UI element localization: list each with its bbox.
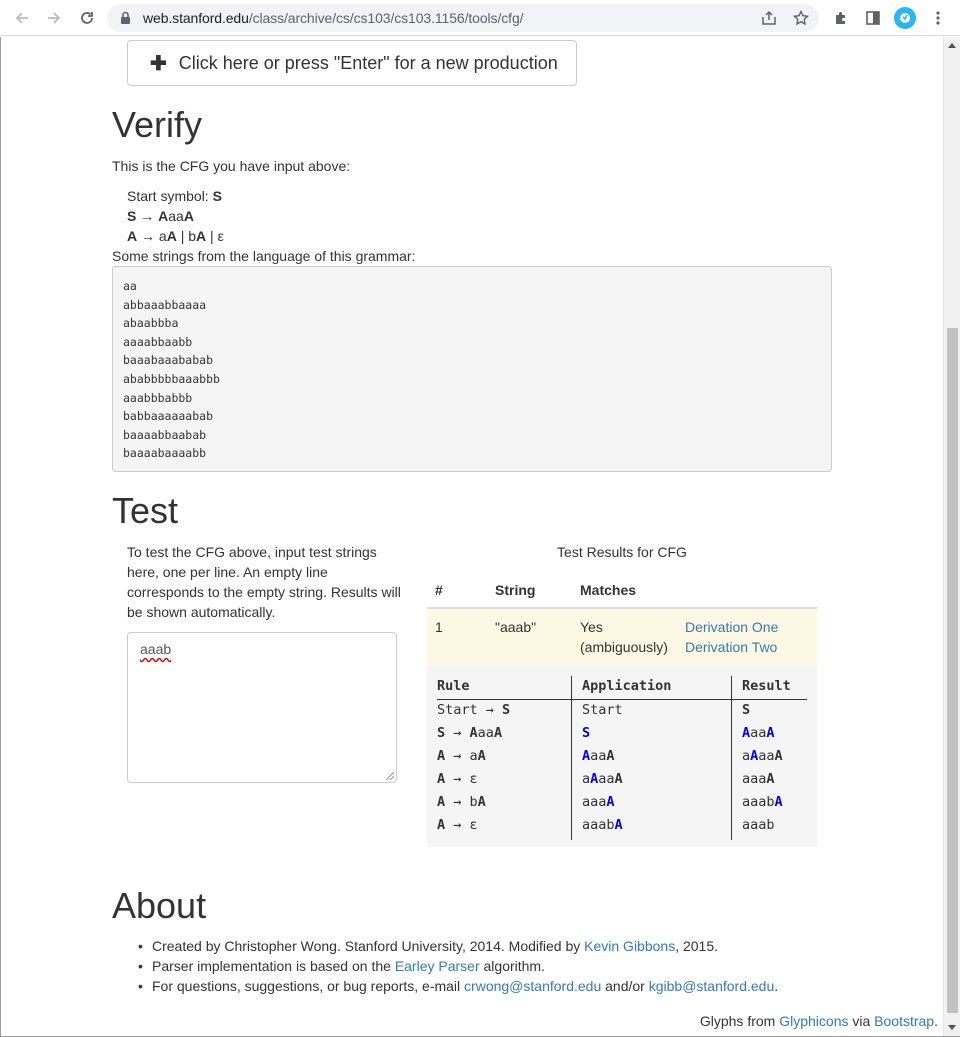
- deriv-result: aaabA: [742, 794, 783, 810]
- reload-icon[interactable]: [76, 7, 98, 29]
- derivation-table: Rule Application Result Start → S Start …: [427, 666, 817, 847]
- verify-intro: This is the CFG you have input above:: [112, 158, 351, 174]
- deriv-application: Start: [582, 702, 623, 718]
- deriv-result: S: [742, 702, 751, 718]
- scroll-up-icon[interactable]: [948, 43, 956, 48]
- deriv-header-divider: [437, 699, 807, 700]
- deriv-rule: S → AaaA: [437, 725, 503, 741]
- footer-credits: Glyphs from Glyphicons via Bootstrap.: [699, 1013, 938, 1029]
- browser-toolbar: web.stanford.edu/class/archive/cs/cs103/…: [0, 0, 960, 36]
- bootstrap-link[interactable]: Bootstrap: [874, 1013, 934, 1029]
- forward-arrow-icon[interactable]: [43, 7, 65, 29]
- result-matches-note: (ambiguously): [580, 639, 668, 655]
- result-string: "aaab": [495, 619, 537, 635]
- extensions-puzzle-icon[interactable]: [831, 8, 851, 28]
- deriv-rule: Start → S: [437, 702, 511, 718]
- test-heading: Test: [112, 490, 179, 531]
- resize-grip-icon[interactable]: [386, 772, 394, 780]
- sample-string: abaabbba: [123, 316, 179, 331]
- derivation-one-link[interactable]: Derivation One: [685, 619, 778, 635]
- scroll-down-icon[interactable]: [948, 1025, 956, 1030]
- deriv-col-divider: [731, 676, 732, 840]
- profile-avatar-icon[interactable]: [894, 7, 916, 29]
- sample-string: baaabaaababab: [123, 353, 214, 368]
- start-symbol-line: Start symbol: S: [127, 188, 222, 204]
- about-heading: About: [112, 885, 207, 926]
- earley-parser-link[interactable]: Earley Parser: [395, 958, 480, 974]
- deriv-rule: A → ε: [437, 771, 478, 787]
- deriv-application: aaaA: [582, 794, 615, 810]
- deriv-rule: A → ε: [437, 817, 478, 833]
- result-matches: Yes: [580, 619, 603, 635]
- sample-string: aaaabbaabb: [123, 334, 193, 349]
- sample-string: baaaabaaaabb: [123, 446, 207, 461]
- derivation-two-link[interactable]: Derivation Two: [685, 639, 777, 655]
- results-header-row: # String Matches: [427, 570, 817, 609]
- side-panel-icon[interactable]: [863, 8, 883, 28]
- col-header-string: String: [495, 582, 536, 598]
- deriv-application: S: [582, 725, 591, 741]
- grammar-rule: S → AaaA: [127, 208, 194, 224]
- col-header-matches: Matches: [580, 582, 637, 598]
- new-production-label: Click here or press "Enter" for a new pr…: [178, 52, 558, 73]
- test-strings-textarea[interactable]: aaab: [127, 632, 397, 783]
- results-caption: Test Results for CFG: [557, 544, 687, 560]
- plus-icon: ✚: [150, 52, 167, 75]
- verify-heading: Verify: [112, 104, 203, 145]
- kgibb-email-link[interactable]: kgibb@stanford.edu: [649, 978, 775, 994]
- more-menu-icon[interactable]: [928, 8, 948, 28]
- results-table: # String Matches 1 "aaab" Yes (ambiguous…: [427, 570, 817, 666]
- list-item: For questions, suggestions, or bug repor…: [138, 976, 778, 996]
- sample-string: abbaaabbaaaa: [123, 297, 207, 312]
- back-arrow-icon[interactable]: [11, 7, 33, 29]
- address-bar[interactable]: web.stanford.edu/class/archive/cs/cs103/…: [107, 4, 819, 32]
- share-icon[interactable]: [760, 9, 778, 27]
- list-item: Created by Christopher Wong. Stanford Un…: [138, 936, 778, 956]
- grammar-rule: A → aA | bA | ε: [127, 228, 224, 244]
- deriv-rule: A → aA: [437, 748, 486, 764]
- vertical-scrollbar[interactable]: [943, 37, 960, 1036]
- sample-strings-box: aa abbaaabbaaaa abaabbba aaaabbaabb baaa…: [112, 266, 832, 472]
- col-header-num: #: [435, 582, 443, 598]
- test-input-value: aaab: [140, 641, 172, 657]
- deriv-result: AaaA: [742, 725, 775, 741]
- deriv-application: aaabA: [582, 817, 623, 833]
- sample-string: aaabbbabbb: [123, 390, 193, 405]
- scroll-thumb[interactable]: [947, 328, 958, 1013]
- lock-icon[interactable]: [120, 11, 131, 30]
- deriv-result: aaaA: [742, 771, 775, 787]
- deriv-header-application: Application: [582, 678, 672, 694]
- result-num: 1: [435, 619, 443, 635]
- url-text: web.stanford.edu/class/archive/cs/cs103/…: [143, 10, 524, 26]
- sample-string: aa: [123, 279, 137, 293]
- deriv-application: AaaA: [582, 748, 615, 764]
- glyphicons-link[interactable]: Glyphicons: [779, 1013, 848, 1029]
- deriv-rule: A → bA: [437, 794, 486, 810]
- deriv-result: aaab: [742, 817, 775, 833]
- bookmark-star-icon[interactable]: [792, 9, 810, 27]
- sample-string: baaaabbaabab: [123, 427, 207, 442]
- deriv-col-divider: [571, 676, 572, 840]
- deriv-header-result: Result: [742, 678, 791, 694]
- new-production-button[interactable]: ✚ Click here or press "Enter" for a new …: [127, 40, 577, 86]
- sample-string: babbaaaaaabab: [123, 409, 214, 424]
- deriv-header-rule: Rule: [437, 678, 470, 694]
- deriv-result: aAaaA: [742, 748, 783, 764]
- sample-string: ababbbbbaaabbb: [123, 371, 220, 386]
- deriv-application: aAaaA: [582, 771, 623, 787]
- result-row: 1 "aaab" Yes (ambiguously) Derivation On…: [427, 609, 817, 666]
- start-symbol: S: [212, 188, 222, 204]
- about-list: Created by Christopher Wong. Stanford Un…: [138, 936, 778, 996]
- test-description: To test the CFG above, input test string…: [127, 544, 401, 620]
- crwong-email-link[interactable]: crwong@stanford.edu: [464, 978, 601, 994]
- list-item: Parser implementation is based on the Ea…: [138, 956, 778, 976]
- kevin-gibbons-link[interactable]: Kevin Gibbons: [584, 938, 675, 954]
- strings-label: Some strings from the language of this g…: [112, 248, 416, 264]
